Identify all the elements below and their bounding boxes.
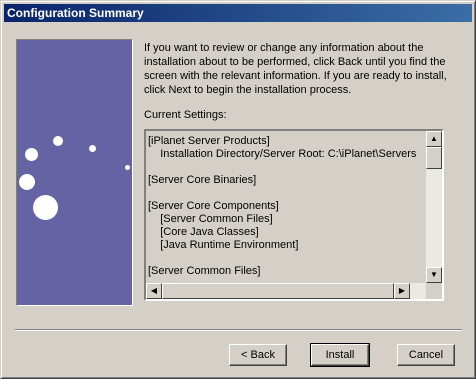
settings-line: Installation Directory/Server Root: C:\i… (148, 148, 417, 160)
decorative-circle (125, 165, 130, 170)
horizontal-scrollbar[interactable]: ◀ ▶ (146, 283, 426, 299)
cancel-button[interactable]: Cancel (397, 344, 455, 366)
current-settings-listbox[interactable]: [iPlanet Server Products] Installation D… (144, 129, 444, 301)
horizontal-scroll-thumb[interactable] (162, 283, 394, 299)
settings-line: [Java Runtime Environment] (148, 239, 299, 251)
title-bar[interactable]: Configuration Summary (4, 4, 472, 22)
separator-line (15, 329, 462, 331)
decorative-circle (19, 174, 35, 190)
vertical-scroll-thumb[interactable] (426, 147, 442, 169)
settings-line: [Server Common Files] (148, 265, 261, 277)
settings-line: [iPlanet Server Products] (148, 135, 270, 147)
decorative-circle (53, 136, 63, 146)
arrow-down-icon[interactable]: ▼ (426, 267, 442, 283)
settings-line (148, 161, 423, 174)
settings-line: [Server Core Components] (148, 200, 279, 212)
vertical-scrollbar[interactable]: ▲ ▼ (426, 131, 442, 283)
scrollbar-corner (426, 283, 442, 299)
decorative-circle (89, 145, 96, 152)
decorative-side-panel (16, 39, 133, 306)
configuration-summary-dialog: Configuration Summary If you want to rev… (0, 0, 476, 379)
settings-line: [Core Java Classes] (148, 226, 259, 238)
decorative-circle (33, 195, 58, 220)
arrow-up-icon[interactable]: ▲ (426, 131, 442, 147)
install-button[interactable]: Install (310, 343, 370, 367)
settings-line (148, 252, 423, 265)
arrow-left-icon[interactable]: ◀ (146, 283, 162, 299)
window-title: Configuration Summary (7, 6, 144, 20)
decorative-circle (25, 148, 38, 161)
back-button[interactable]: < Back (229, 344, 287, 366)
settings-content: [iPlanet Server Products] Installation D… (148, 135, 423, 287)
settings-line: [Server Common Files] (148, 213, 273, 225)
instructions-text: If you want to review or change any info… (144, 42, 447, 96)
current-settings-label: Current Settings: (144, 109, 227, 121)
settings-line: [Server Core Binaries] (148, 174, 257, 186)
settings-line (148, 187, 423, 200)
arrow-right-icon[interactable]: ▶ (394, 283, 410, 299)
